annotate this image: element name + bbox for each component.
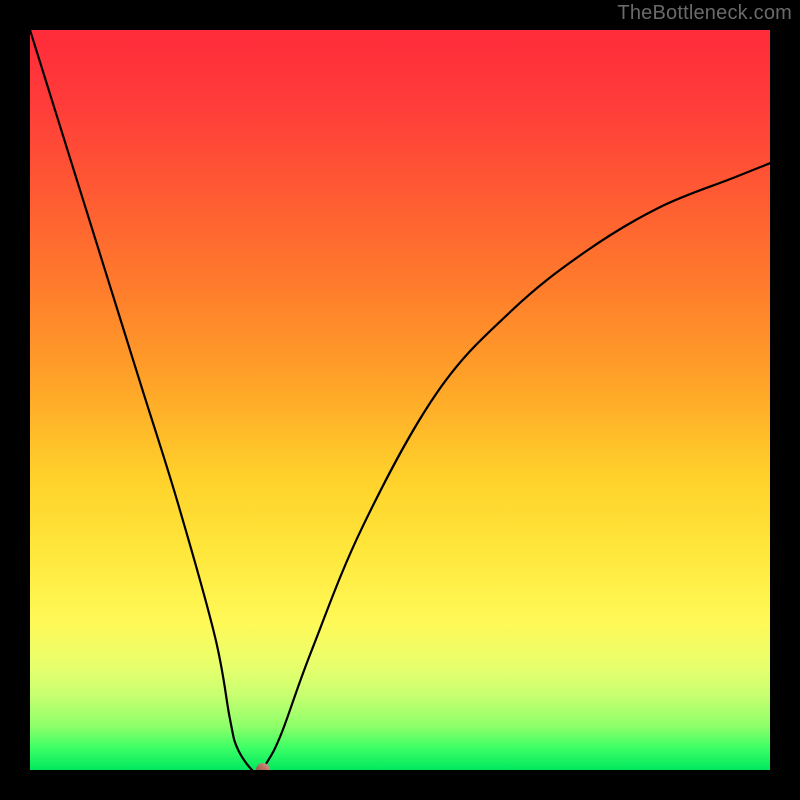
bottleneck-curve: [30, 30, 770, 770]
minimum-marker: [256, 763, 270, 770]
chart-frame: TheBottleneck.com: [0, 0, 800, 800]
watermark-text: TheBottleneck.com: [617, 2, 792, 25]
plot-area: [30, 30, 770, 770]
